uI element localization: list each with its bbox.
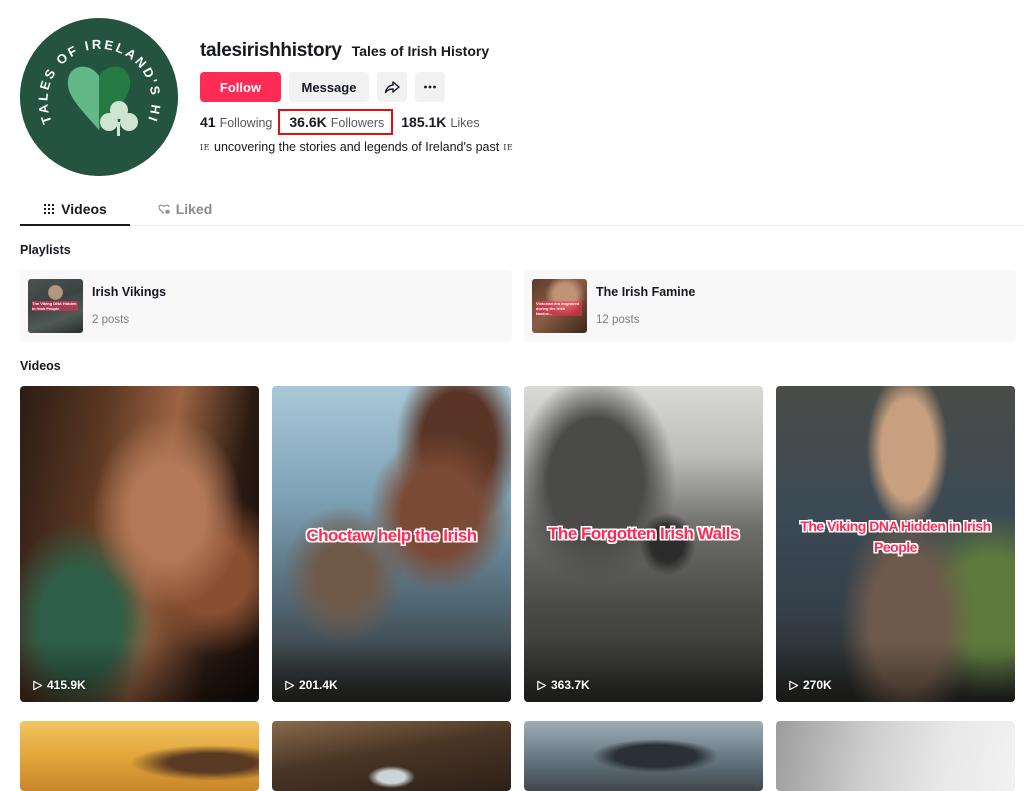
video-card[interactable]: The Viking DNA Hidden in Irish People 27… xyxy=(776,386,1015,702)
video-caption: The Forgotten Irish Walls xyxy=(548,524,739,543)
video-caption: Choctaw help the Irish xyxy=(306,526,477,545)
more-options-button[interactable] xyxy=(415,72,445,102)
view-count: 415.9K xyxy=(32,678,86,692)
video-thumbnail xyxy=(776,721,1015,791)
view-count: 270K xyxy=(788,678,832,692)
playlist-post-count: 12 posts xyxy=(596,314,640,326)
video-card[interactable]: Choctaw help the Irish 201.4K xyxy=(272,386,511,702)
playlist-thumbnail: Victorian era engraved during the Irish … xyxy=(532,279,587,333)
view-count-text: 363.7K xyxy=(551,678,590,692)
video-caption: The Viking DNA Hidden in Irish People xyxy=(800,518,991,555)
tab-liked[interactable]: Liked xyxy=(130,194,240,226)
message-button[interactable]: Message xyxy=(289,72,369,102)
view-count: 363.7K xyxy=(536,678,590,692)
playlist-thumbnail-caption: Victorian era engraved during the Irish … xyxy=(536,301,582,316)
followers-label: Followers xyxy=(330,116,385,130)
tab-videos[interactable]: Videos xyxy=(20,194,130,226)
follow-button[interactable]: Follow xyxy=(200,72,281,102)
video-card[interactable]: The Forgotten Irish Walls 363.7K xyxy=(524,386,763,702)
video-card[interactable] xyxy=(20,721,259,791)
video-thumbnail xyxy=(272,721,511,791)
video-card[interactable] xyxy=(272,721,511,791)
profile-info: talesirishhistory Tales of Irish History… xyxy=(200,40,513,154)
share-icon xyxy=(384,81,400,94)
view-count-text: 270K xyxy=(803,678,832,692)
playlists-heading: Playlists xyxy=(20,243,71,257)
following-stat[interactable]: 41 Following xyxy=(200,114,272,130)
ireland-flag-icon: IE xyxy=(200,142,210,152)
play-icon xyxy=(789,680,799,690)
video-thumbnail xyxy=(524,721,763,791)
tab-videos-label: Videos xyxy=(61,201,107,217)
profile-stats: 41 Following 36.6K Followers 185.1K Like… xyxy=(200,108,513,136)
tab-liked-label: Liked xyxy=(175,201,213,217)
play-icon xyxy=(285,680,295,690)
playlist-post-count: 2 posts xyxy=(92,314,130,326)
followers-stat[interactable]: 36.6K Followers xyxy=(278,109,394,135)
playlist-irish-famine[interactable]: Victorian era engraved during the Irish … xyxy=(524,270,1016,342)
likes-count: 185.1K xyxy=(401,114,447,130)
likes-label: Likes xyxy=(450,116,480,130)
view-count-text: 415.9K xyxy=(47,678,86,692)
profile-tabs: Videos Liked xyxy=(20,194,1024,226)
view-count: 201.4K xyxy=(284,678,338,692)
more-icon xyxy=(424,85,436,89)
video-card[interactable] xyxy=(776,721,1015,791)
heart-lock-icon xyxy=(158,204,170,214)
bio-text: uncovering the stories and legends of Ir… xyxy=(214,140,500,154)
nickname: Tales of Irish History xyxy=(351,43,490,59)
bio: IE uncovering the stories and legends of… xyxy=(200,140,513,154)
username: talesirishhistory xyxy=(200,40,342,61)
likes-stat: 185.1K Likes xyxy=(401,114,479,130)
video-card[interactable] xyxy=(524,721,763,791)
play-icon xyxy=(537,680,547,690)
following-count: 41 xyxy=(200,114,216,130)
ireland-flag-icon: IE xyxy=(503,142,514,152)
playlist-thumbnail: The Viking DNA Hidden in Irish People xyxy=(28,279,83,333)
following-label: Following xyxy=(219,116,273,130)
view-count-text: 201.4K xyxy=(299,678,338,692)
grid-icon xyxy=(44,204,55,214)
playlist-thumbnail-caption: The Viking DNA Hidden in Irish People xyxy=(32,301,78,311)
playlist-irish-vikings[interactable]: The Viking DNA Hidden in Irish People Ir… xyxy=(20,270,512,342)
followers-count: 36.6K xyxy=(289,114,327,130)
play-icon xyxy=(33,680,43,690)
video-card[interactable]: 415.9K xyxy=(20,386,259,702)
video-thumbnail xyxy=(20,721,259,791)
videos-heading: Videos xyxy=(20,359,61,373)
tales-of-irelands-history-logo: TALES OF IRELAND'S HISTORY xyxy=(20,18,178,176)
playlist-title: Irish Vikings xyxy=(92,285,167,299)
share-button[interactable] xyxy=(377,72,407,102)
playlist-title: The Irish Famine xyxy=(596,285,696,299)
profile-header: TALES OF IRELAND'S HISTORY talesirishhis… xyxy=(20,18,1020,178)
avatar[interactable]: TALES OF IRELAND'S HISTORY xyxy=(20,18,178,176)
